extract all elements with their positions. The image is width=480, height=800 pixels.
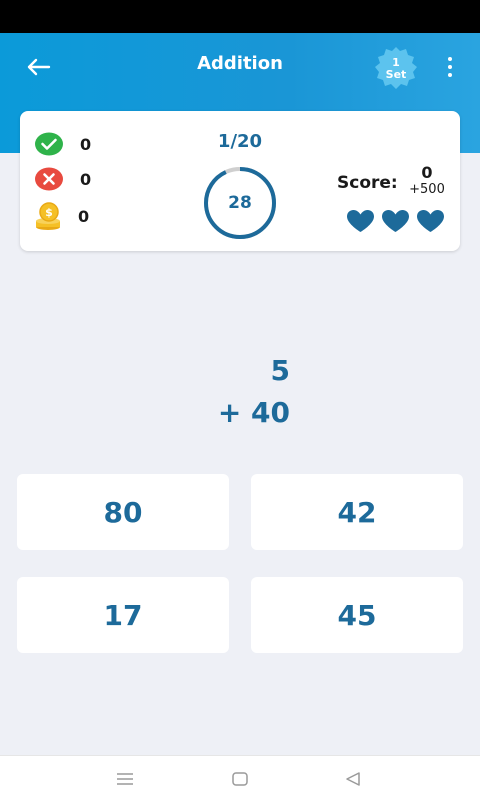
system-nav-bar [0, 755, 480, 800]
lives [346, 209, 445, 233]
coins-icon: $ [36, 202, 60, 230]
question-progress: 1/20 [217, 131, 263, 152]
status-bar [0, 0, 480, 33]
score-label: Score: [337, 173, 398, 193]
answer-option-3[interactable]: 17 [17, 577, 229, 653]
more-options-button[interactable] [438, 51, 462, 83]
square-icon [232, 772, 248, 786]
heart-icon [417, 210, 444, 232]
score-value: 0 [421, 163, 433, 182]
set-badge-label: Set [385, 68, 407, 81]
close-circle-icon [35, 167, 63, 191]
dot-icon [448, 57, 452, 61]
answer-option-4[interactable]: 45 [251, 577, 463, 653]
wrong-stat: 0 [34, 167, 91, 191]
back-nav-button[interactable] [340, 766, 366, 792]
home-button[interactable] [227, 766, 253, 792]
question: 5 + 40 [190, 350, 290, 434]
dot-icon [448, 73, 452, 77]
svg-text:$: $ [45, 206, 53, 219]
wrong-count: 0 [80, 169, 92, 189]
coins-stat: $ 0 [34, 201, 89, 231]
score-bonus: +500 [409, 182, 445, 197]
answer-option-2[interactable]: 42 [251, 474, 463, 550]
question-operand-bottom: + 40 [217, 396, 290, 429]
question-operand-top: 5 [270, 354, 290, 387]
timer-value: 28 [228, 193, 252, 213]
triangle-back-icon [346, 772, 360, 786]
heart-icon [382, 210, 409, 232]
countdown-timer: 28 [202, 165, 278, 241]
stats-card: 0 0 $ 0 1/20 28 Score: 0 +500 [20, 111, 460, 251]
menu-lines-icon [117, 773, 133, 785]
answer-option-1[interactable]: 80 [17, 474, 229, 550]
heart-icon [347, 210, 374, 232]
dot-icon [448, 65, 452, 69]
recent-apps-button[interactable] [112, 766, 138, 792]
coins-count: 0 [78, 206, 90, 226]
set-badge-button[interactable]: 1 Set [372, 45, 420, 93]
